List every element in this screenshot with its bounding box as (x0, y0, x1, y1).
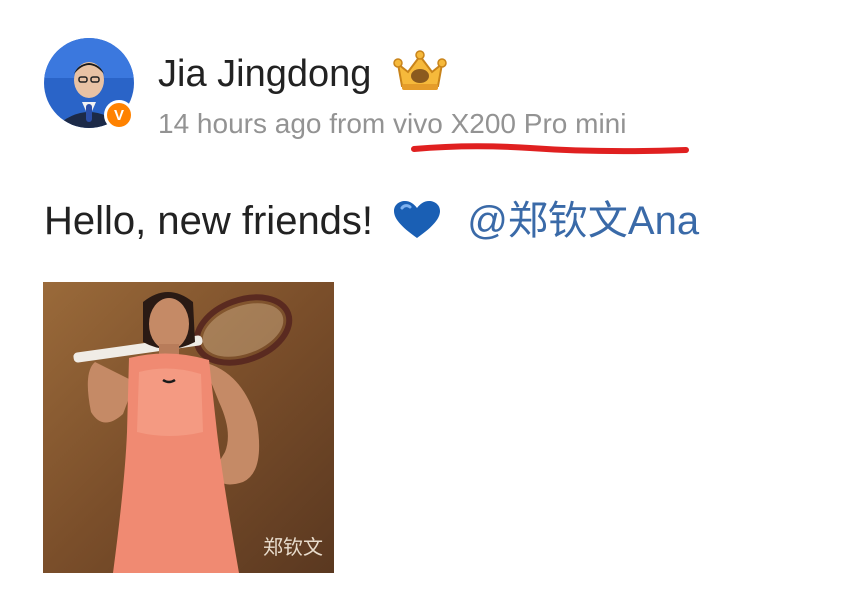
annotation-underline (411, 143, 689, 155)
post-text-body: Hello, new friends! (44, 199, 374, 243)
blue-heart-icon (394, 201, 441, 238)
post-time[interactable]: 14 hours ago (158, 108, 321, 139)
crown-icon[interactable] (392, 48, 448, 94)
post-header: V Jia Jingdong 14 hours ago from vivo X2… (40, 38, 820, 141)
user-name[interactable]: Jia Jingdong (158, 52, 371, 96)
device-source-link[interactable]: vivo X200 Pro mini (393, 108, 626, 139)
tennis-player-photo: 郑钦文 (43, 282, 334, 573)
verified-badge: V (104, 100, 134, 130)
photo-signature: 郑钦文 (263, 535, 323, 559)
mention-link[interactable]: @郑钦文Ana (467, 199, 699, 243)
post-image[interactable]: 郑钦文 (43, 282, 334, 573)
post-text: Hello, new friends! @郑钦文Ana (44, 196, 699, 246)
post-meta: 14 hours ago from vivo X200 Pro mini (158, 107, 626, 141)
from-label: from (329, 108, 386, 139)
